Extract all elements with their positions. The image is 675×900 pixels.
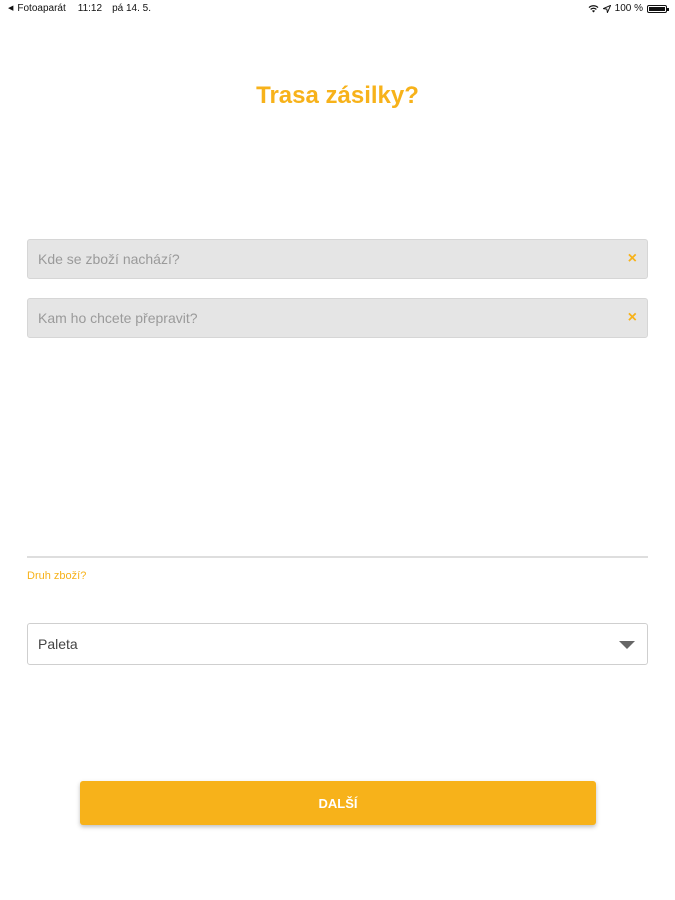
destination-input[interactable] xyxy=(28,299,608,337)
divider xyxy=(27,556,648,558)
back-app-label[interactable]: Fotoaparát xyxy=(17,3,65,14)
wifi-icon xyxy=(588,5,599,13)
goods-type-select[interactable]: Paleta xyxy=(27,623,648,665)
origin-field[interactable]: × xyxy=(27,239,648,279)
close-icon[interactable]: × xyxy=(628,250,637,268)
back-arrow-icon[interactable]: ◀ xyxy=(8,4,13,14)
status-date: pá 14. 5. xyxy=(112,3,151,14)
status-time: 11:12 xyxy=(77,3,103,14)
status-bar-left: ◀ Fotoaparát 11:12 pá 14. 5. xyxy=(8,3,151,14)
goods-type-value: Paleta xyxy=(38,636,78,652)
battery-percent: 100 % xyxy=(614,3,643,14)
location-icon xyxy=(602,4,611,13)
status-bar: ◀ Fotoaparát 11:12 pá 14. 5. 100 % xyxy=(0,0,675,18)
chevron-down-icon[interactable] xyxy=(619,641,635,649)
goods-type-label: Druh zboží? xyxy=(27,570,87,582)
destination-field[interactable]: × xyxy=(27,298,648,338)
page-title: Trasa zásilky? xyxy=(256,82,419,109)
close-icon[interactable]: × xyxy=(628,309,637,327)
battery-icon xyxy=(647,4,669,13)
next-button[interactable]: DALŠÍ xyxy=(80,781,596,825)
status-bar-right: 100 % xyxy=(588,3,669,14)
origin-input[interactable] xyxy=(28,240,608,278)
